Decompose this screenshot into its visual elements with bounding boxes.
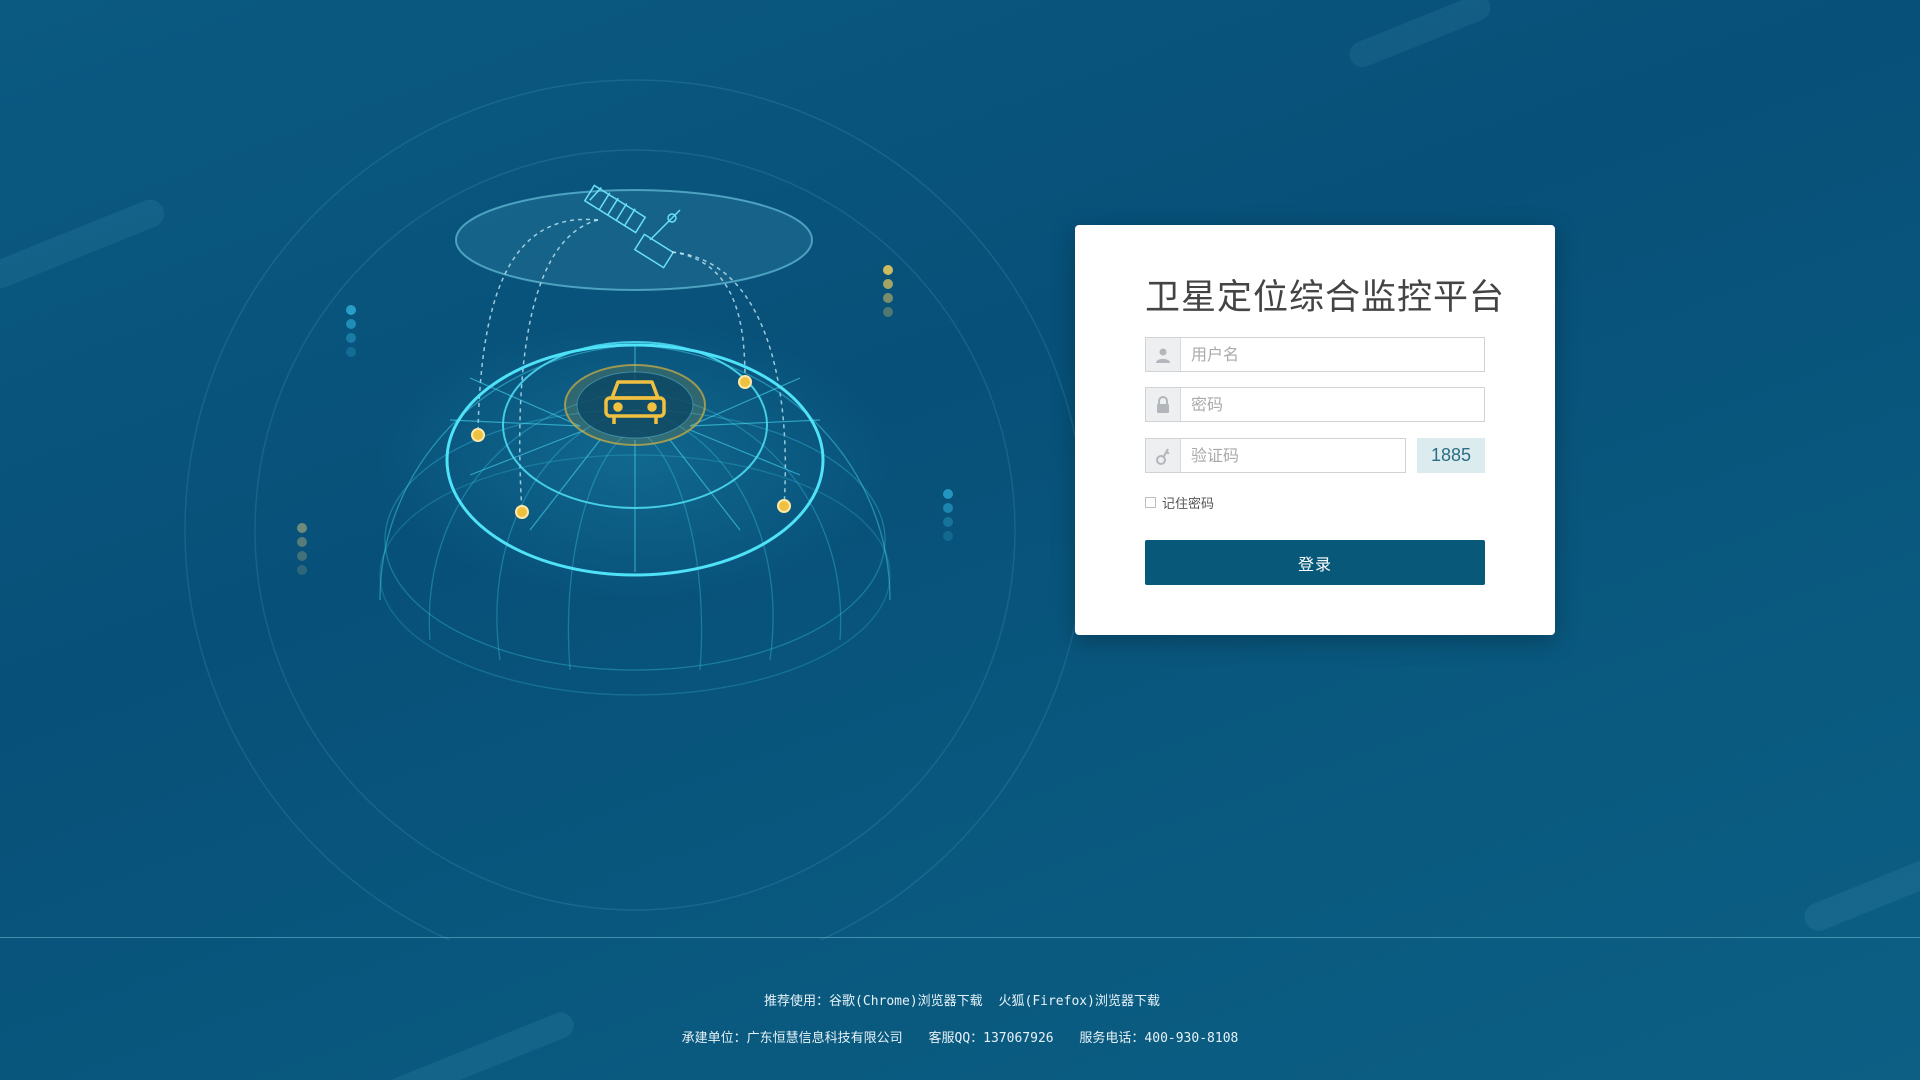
globe-satellite-illustration	[184, 79, 1086, 940]
browser-recommendation: 推荐使用：谷歌(Chrome)浏览器下载 火狐(Firefox)浏览器下载	[0, 990, 1920, 1009]
login-card: 卫星定位综合监控平台 1885 记住密码 登录	[1075, 225, 1555, 635]
orbit-ellipse	[455, 189, 813, 291]
service-phone: 服务电话：400-930-8108	[1079, 1031, 1239, 1046]
footer-divider	[0, 937, 1920, 938]
username-input[interactable]	[1181, 339, 1484, 370]
decor-dots	[883, 265, 893, 321]
captcha-field[interactable]	[1145, 438, 1406, 473]
user-icon	[1146, 338, 1181, 371]
service-qq: 客服QQ：137067926	[928, 1031, 1054, 1046]
login-button[interactable]: 登录	[1145, 540, 1485, 585]
firefox-download-link[interactable]: 火狐(Firefox)浏览器下载	[999, 994, 1160, 1009]
username-field[interactable]	[1145, 337, 1485, 372]
remember-password[interactable]: 记住密码	[1145, 493, 1214, 512]
decor-dots	[943, 489, 953, 545]
recommend-prefix: 推荐使用：	[764, 994, 830, 1009]
key-icon	[1146, 439, 1181, 472]
captcha-image[interactable]: 1885	[1417, 438, 1485, 473]
company-name: 承建单位：广东恒慧信息科技有限公司	[681, 1031, 903, 1046]
company-info: 承建单位：广东恒慧信息科技有限公司 客服QQ：137067926 服务电话：40…	[0, 1027, 1920, 1046]
decor-dots	[297, 523, 307, 579]
login-title: 卫星定位综合监控平台	[1145, 278, 1506, 318]
password-input[interactable]	[1181, 389, 1484, 420]
remember-checkbox[interactable]	[1145, 497, 1156, 508]
captcha-input[interactable]	[1181, 440, 1405, 471]
remember-label: 记住密码	[1162, 497, 1215, 512]
lock-icon	[1146, 388, 1181, 421]
decor-dots	[346, 305, 356, 361]
chrome-download-link[interactable]: 谷歌(Chrome)浏览器下载	[829, 994, 983, 1009]
password-field[interactable]	[1145, 387, 1485, 422]
